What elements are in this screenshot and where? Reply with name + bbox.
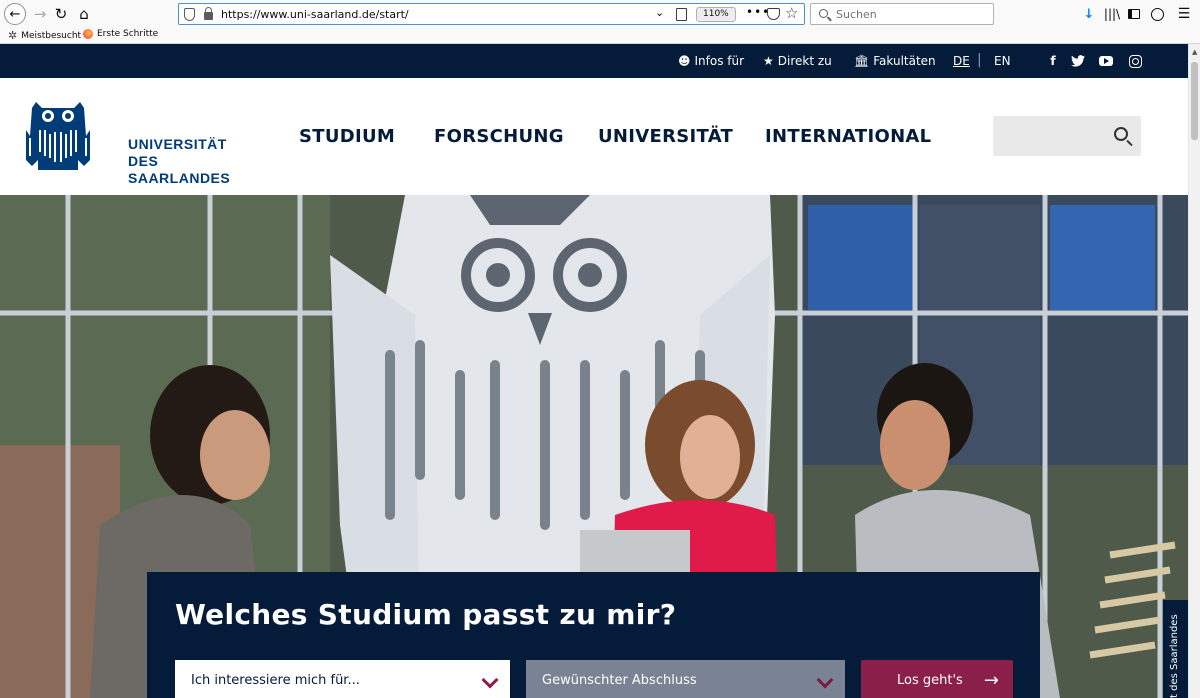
gear-icon: ✲ xyxy=(8,29,18,42)
browser-search-input[interactable]: Suchen xyxy=(810,3,994,25)
degree-select[interactable]: Gewünschter Abschluss xyxy=(526,660,845,698)
instagram-icon[interactable] xyxy=(1127,53,1143,69)
tracking-shield-icon[interactable] xyxy=(184,8,195,21)
study-finder-title: Welches Studium passt zu mir? xyxy=(175,598,677,631)
nav-forschung[interactable]: FORSCHUNG xyxy=(434,126,564,147)
forward-icon[interactable]: → xyxy=(29,3,51,25)
reload-icon[interactable]: ↻ xyxy=(50,3,72,25)
search-icon xyxy=(819,9,828,18)
nav-international[interactable]: INTERNATIONAL xyxy=(765,126,931,147)
hamburger-menu-icon[interactable]: ☰ xyxy=(1175,4,1193,24)
interest-select[interactable]: Ich interessiere mich für... xyxy=(175,660,510,698)
url-bar[interactable]: https://www.uni-saarland.de/start/ ⌄ 110… xyxy=(178,3,805,25)
person-icon: ☻ xyxy=(678,54,691,68)
search-icon[interactable] xyxy=(1114,127,1128,141)
logo-line-3: SAARLANDES xyxy=(128,170,231,186)
nav-universitaet[interactable]: UNIVERSITÄT xyxy=(598,126,733,147)
language-en-link[interactable]: EN xyxy=(994,54,1011,68)
firefox-icon xyxy=(83,29,93,39)
site-search-input[interactable] xyxy=(993,116,1141,156)
building-icon: 🏛 xyxy=(854,54,870,68)
bookmarks-bar: ✲ Meistbesucht Erste Schritte xyxy=(0,28,1200,44)
language-separator: | xyxy=(977,52,982,68)
language-de-link[interactable]: DE xyxy=(953,54,970,68)
account-icon[interactable] xyxy=(1148,4,1166,24)
search-placeholder: Suchen xyxy=(836,8,877,21)
scroll-up-icon[interactable]: ▲ xyxy=(1192,48,1197,56)
youtube-icon[interactable] xyxy=(1098,53,1114,69)
home-icon[interactable]: ⌂ xyxy=(73,3,95,25)
page-viewport: ☻ Infos für ★ Direkt zu 🏛 Fakultäten DE … xyxy=(0,44,1188,698)
back-icon[interactable]: ← xyxy=(4,3,26,25)
logo-wordmark: UNIVERSITÄT DES SAARLANDES xyxy=(128,136,230,187)
infos-fuer-link[interactable]: ☻ Infos für xyxy=(678,54,744,68)
bookmark-erste-schritte[interactable]: Erste Schritte xyxy=(83,29,158,39)
star-icon: ★ xyxy=(763,54,774,68)
logo-line-1: UNIVERSITÄT xyxy=(128,136,227,152)
twitter-icon[interactable] xyxy=(1070,53,1086,69)
scroll-thumb[interactable] xyxy=(1191,62,1198,140)
arrow-right-icon: → xyxy=(983,670,999,691)
download-icon[interactable]: ↓ xyxy=(1080,4,1098,24)
zoom-badge[interactable]: 110% xyxy=(696,7,736,22)
lock-icon[interactable] xyxy=(204,7,213,20)
nav-studium[interactable]: STUDIUM xyxy=(299,126,395,147)
site-header: UNIVERSITÄT DES SAARLANDES STUDIUM FORSC… xyxy=(0,78,1188,195)
university-logo[interactable]: UNIVERSITÄT DES SAARLANDES xyxy=(26,100,230,186)
chevron-down-icon[interactable]: ⌄ xyxy=(655,6,664,19)
bookmark-meistbesucht[interactable]: ✲ Meistbesucht xyxy=(8,29,81,42)
bookmark-label: Erste Schritte xyxy=(97,29,159,39)
bookmark-star-icon[interactable]: ☆ xyxy=(785,4,798,22)
owl-logo-icon xyxy=(26,102,90,170)
chevron-down-icon xyxy=(816,671,834,689)
degree-select-value: Gewünschter Abschluss xyxy=(542,673,697,688)
sidebar-icon[interactable] xyxy=(1125,4,1143,24)
submit-button-label: Los geht's xyxy=(897,673,963,688)
side-tab-label: t des Saarlandes xyxy=(1169,614,1180,698)
bookmark-label: Meistbesucht xyxy=(21,30,82,41)
submit-button[interactable]: Los geht's → xyxy=(861,660,1013,698)
library-icon[interactable]: |||\ xyxy=(1103,4,1121,24)
service-bar: ☻ Infos für ★ Direkt zu 🏛 Fakultäten DE … xyxy=(0,44,1188,78)
study-finder: Welches Studium passt zu mir? Ich intere… xyxy=(147,572,1040,698)
chevron-down-icon xyxy=(481,671,499,689)
facebook-icon[interactable]: f xyxy=(1045,53,1061,69)
reader-view-icon[interactable] xyxy=(676,8,687,21)
url-text[interactable]: https://www.uni-saarland.de/start/ xyxy=(221,8,409,21)
browser-toolbar: ← → ↻ ⌂ https://www.uni-saarland.de/star… xyxy=(0,0,1200,28)
direkt-zu-link[interactable]: ★ Direkt zu xyxy=(763,54,832,68)
interest-select-value: Ich interessiere mich für... xyxy=(191,673,360,688)
page-scrollbar[interactable]: ▲ xyxy=(1188,44,1200,698)
fakultaeten-label: Fakultäten xyxy=(873,54,936,68)
pocket-icon[interactable] xyxy=(767,8,780,20)
fakultaeten-link[interactable]: 🏛 Fakultäten xyxy=(854,54,936,68)
side-tab[interactable]: t des Saarlandes xyxy=(1163,600,1188,698)
infos-fuer-label: Infos für xyxy=(694,54,745,68)
logo-line-2: DES xyxy=(128,153,159,169)
direkt-zu-label: Direkt zu xyxy=(777,54,832,68)
